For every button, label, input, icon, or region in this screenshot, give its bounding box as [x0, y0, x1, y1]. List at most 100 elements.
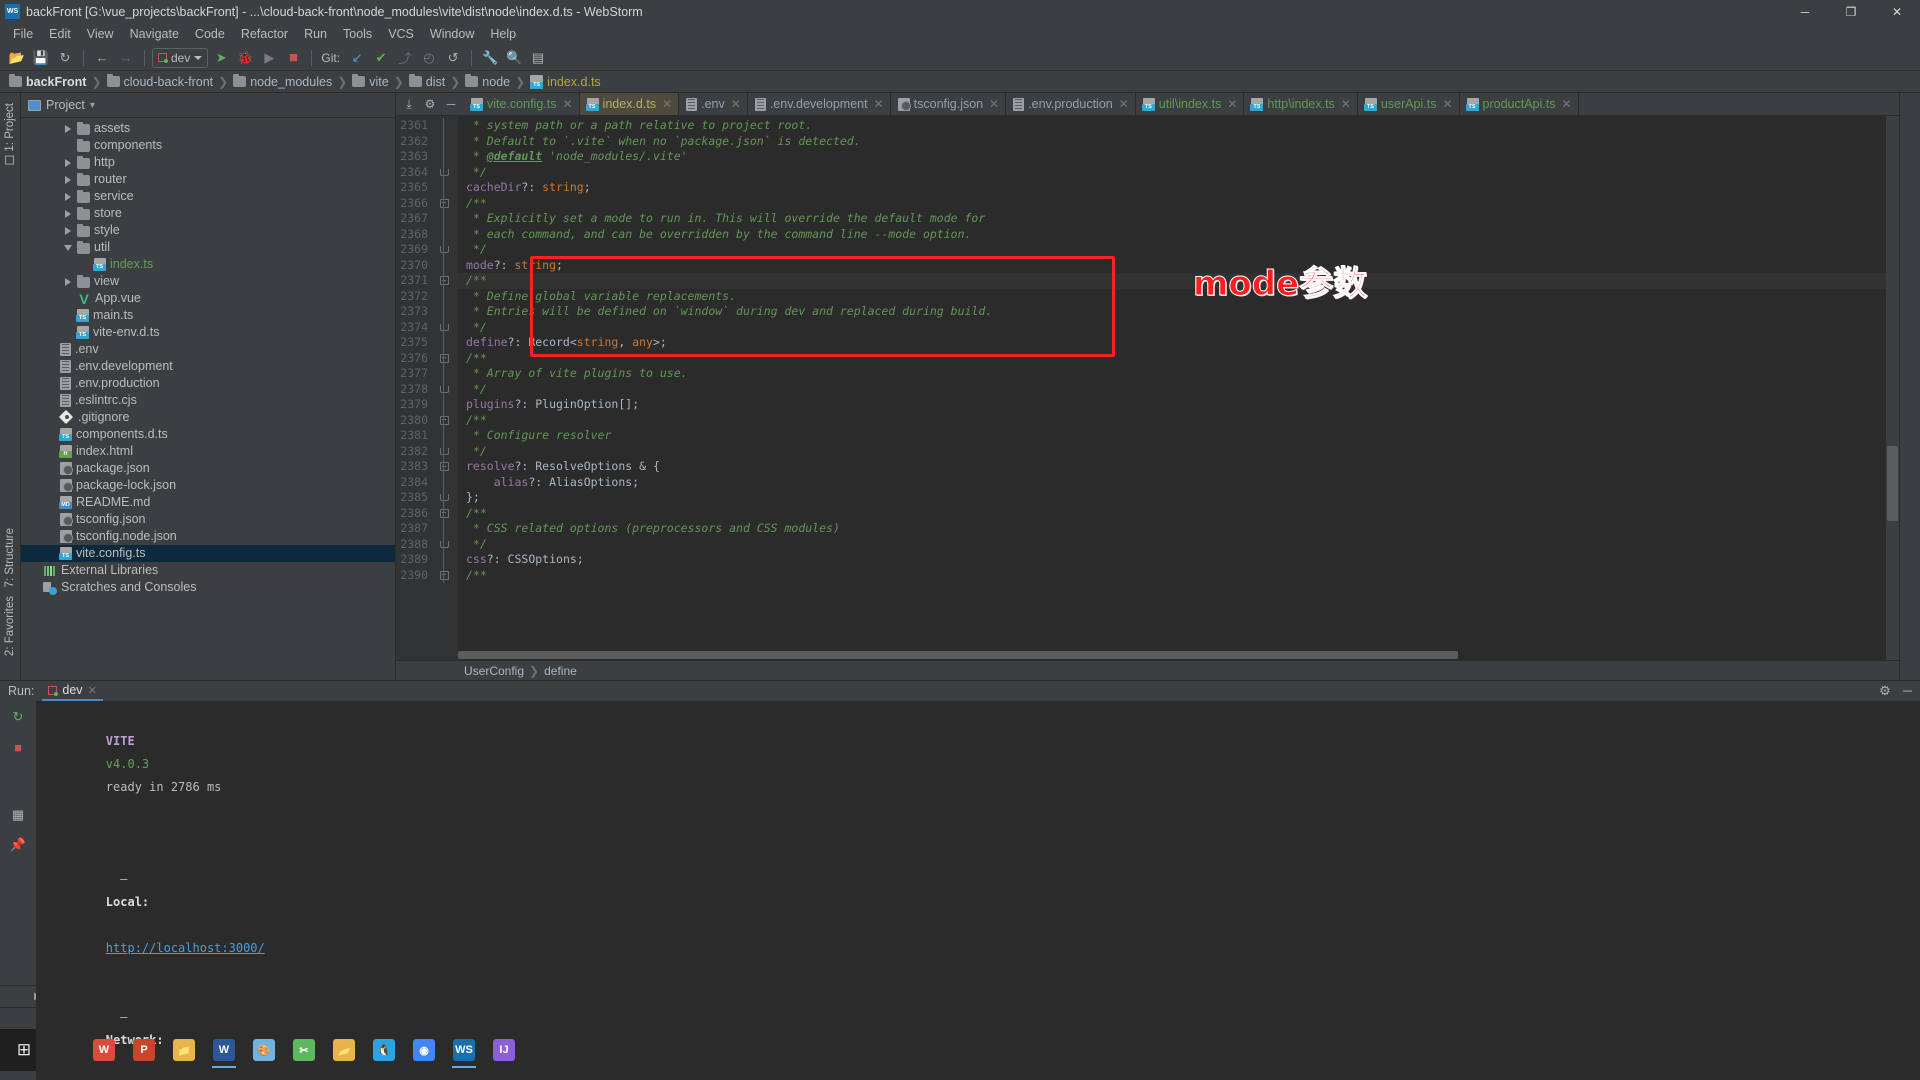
fold-start-icon[interactable]: −	[436, 459, 452, 475]
menu-item-refactor[interactable]: Refactor	[233, 25, 296, 43]
menu-item-help[interactable]: Help	[482, 25, 524, 43]
tree-node[interactable]: vite-env.d.ts	[21, 324, 395, 341]
git-commit-icon[interactable]: ✔	[370, 47, 392, 69]
menu-item-run[interactable]: Run	[296, 25, 335, 43]
tree-node[interactable]: components	[21, 137, 395, 154]
close-icon[interactable]: ✕	[1561, 97, 1571, 111]
maximize-button[interactable]: ❐	[1828, 0, 1874, 23]
gear-icon[interactable]: ⚙	[420, 94, 440, 114]
menu-item-navigate[interactable]: Navigate	[122, 25, 187, 43]
pin-icon[interactable]: 📌	[7, 835, 29, 855]
taskbar-idea-icon[interactable]: IJ	[484, 1030, 524, 1070]
tree-node[interactable]: assets	[21, 120, 395, 137]
fold-start-icon[interactable]: −	[436, 196, 452, 212]
menu-item-view[interactable]: View	[79, 25, 122, 43]
editor-breadcrumb-item-userconfig[interactable]: UserConfig	[464, 664, 524, 678]
close-icon[interactable]: ✕	[662, 97, 672, 111]
taskbar-word-icon[interactable]: W	[204, 1030, 244, 1070]
tree-node[interactable]: External Libraries	[21, 562, 395, 579]
editor-tab--env-production[interactable]: .env.production ✕	[1006, 93, 1136, 115]
close-button[interactable]: ✕	[1874, 0, 1920, 23]
editor-tab--env-development[interactable]: .env.development ✕	[748, 93, 891, 115]
sidebar-item-project[interactable]: 1: Project	[4, 99, 16, 169]
tree-node[interactable]: index.ts	[21, 256, 395, 273]
fold-end-icon[interactable]	[436, 320, 452, 336]
menu-item-vcs[interactable]: VCS	[380, 25, 422, 43]
editor-tab-userapi-ts[interactable]: userApi.ts ✕	[1358, 93, 1460, 115]
close-icon[interactable]: ✕	[88, 684, 97, 697]
fold-end-icon[interactable]	[436, 490, 452, 506]
close-icon[interactable]: ✕	[1227, 97, 1237, 111]
tree-node[interactable]: .env.production	[21, 375, 395, 392]
code-area[interactable]: * system path or a path relative to proj…	[458, 116, 1899, 660]
tree-node[interactable]: style	[21, 222, 395, 239]
taskbar-folder-icon[interactable]: 📂	[324, 1030, 364, 1070]
menu-item-code[interactable]: Code	[187, 25, 233, 43]
fold-end-icon[interactable]	[436, 382, 452, 398]
git-history-icon[interactable]: ◴	[418, 47, 440, 69]
menu-item-file[interactable]: File	[5, 25, 41, 43]
breadcrumb-item-cloud-back-front[interactable]: cloud-back-front	[104, 73, 217, 89]
navigate-back-icon[interactable]: ←	[91, 47, 113, 69]
fold-start-icon[interactable]: −	[436, 413, 452, 429]
close-icon[interactable]: ✕	[1442, 97, 1452, 111]
editor-tab-tsconfig-json[interactable]: tsconfig.json ✕	[891, 93, 1007, 115]
close-icon[interactable]: ✕	[989, 97, 999, 111]
tree-node[interactable]: router	[21, 171, 395, 188]
editor-tab--env[interactable]: .env ✕	[679, 93, 748, 115]
chevron-right-icon[interactable]	[63, 277, 73, 286]
tree-node[interactable]: service	[21, 188, 395, 205]
close-icon[interactable]: ✕	[562, 97, 572, 111]
tree-node[interactable]: .env.development	[21, 358, 395, 375]
taskbar-paint-icon[interactable]: 🎨	[244, 1030, 284, 1070]
navigate-forward-icon[interactable]: →	[115, 47, 137, 69]
breadcrumb-item-backfront[interactable]: backFront	[6, 73, 89, 89]
search-icon[interactable]: 🔍	[503, 47, 525, 69]
gear-icon[interactable]: ⚙	[1879, 683, 1891, 699]
chevron-right-icon[interactable]	[63, 209, 73, 218]
tree-node[interactable]: README.md	[21, 494, 395, 511]
fold-end-icon[interactable]	[436, 165, 452, 181]
tree-node[interactable]: store	[21, 205, 395, 222]
sidebar-item-favorites[interactable]: 2: Favorites	[4, 592, 16, 660]
editor-tab-http-index-ts[interactable]: http\index.ts ✕	[1244, 93, 1358, 115]
run-button-icon[interactable]: ➤	[210, 47, 232, 69]
settings-icon[interactable]: 🔧	[479, 47, 501, 69]
scrollbar-thumb[interactable]	[1887, 446, 1898, 521]
menu-item-edit[interactable]: Edit	[41, 25, 79, 43]
editor-tab-productapi-ts[interactable]: productApi.ts ✕	[1460, 93, 1579, 115]
run-tab-dev[interactable]: dev ✕	[42, 681, 103, 701]
tree-node[interactable]: index.html	[21, 443, 395, 460]
editor-horizontal-scrollbar[interactable]	[458, 650, 1886, 660]
chevron-right-icon[interactable]	[63, 158, 73, 167]
rerun-icon[interactable]: ↻	[7, 707, 29, 727]
minimize-button[interactable]: ─	[1782, 0, 1828, 23]
debug-button-icon[interactable]: 🐞	[234, 47, 256, 69]
fold-start-icon[interactable]: −	[436, 568, 452, 584]
sidebar-item-structure[interactable]: 7: Structure	[4, 524, 16, 591]
chevron-down-icon[interactable]: ▾	[90, 100, 95, 111]
close-icon[interactable]: ✕	[1119, 97, 1129, 111]
breadcrumb-item-node-modules[interactable]: node_modules	[230, 73, 335, 89]
local-url-link[interactable]: http://localhost:3000/	[106, 941, 265, 955]
breadcrumb-item-node[interactable]: node	[462, 73, 513, 89]
editor-tab-util-index-ts[interactable]: util\index.ts ✕	[1136, 93, 1245, 115]
open-project-icon[interactable]: 📂	[6, 47, 28, 69]
git-push-icon[interactable]: ⤴	[394, 47, 416, 69]
tree-node[interactable]: vite.config.ts	[21, 545, 395, 562]
chevron-right-icon[interactable]	[63, 124, 73, 133]
stop-icon[interactable]: ■	[7, 737, 29, 757]
tree-node[interactable]: .gitignore	[21, 409, 395, 426]
tree-node[interactable]: components.d.ts	[21, 426, 395, 443]
hscrollbar-thumb[interactable]	[458, 651, 1458, 659]
tree-node[interactable]: main.ts	[21, 307, 395, 324]
taskbar-chrome-icon[interactable]: ◉	[404, 1030, 444, 1070]
tree-node[interactable]: util	[21, 239, 395, 256]
editor-tab-vite-config-ts[interactable]: vite.config.ts ✕	[464, 93, 580, 115]
fold-column[interactable]: − − − − − − −	[436, 118, 452, 583]
git-update-icon[interactable]: ↙	[346, 47, 368, 69]
close-icon[interactable]: ✕	[731, 97, 741, 111]
tree-node[interactable]: .env	[21, 341, 395, 358]
coverage-button-icon[interactable]: ▶	[258, 47, 280, 69]
fold-end-icon[interactable]	[436, 444, 452, 460]
